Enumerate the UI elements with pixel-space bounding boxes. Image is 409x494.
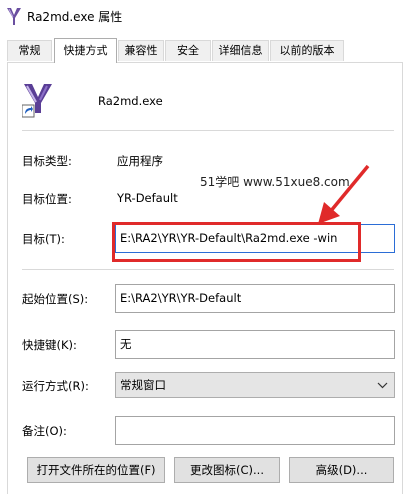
tab-general[interactable]: 常规 bbox=[7, 40, 52, 61]
chevron-down-icon bbox=[377, 382, 388, 389]
comment-label: 备注(O): bbox=[22, 424, 67, 438]
ra2-file-icon bbox=[22, 84, 52, 118]
run-select-value: 常规窗口 bbox=[120, 378, 166, 392]
tab-compatibility[interactable]: 兼容性 bbox=[118, 40, 164, 61]
window-title: Ra2md.exe 属性 bbox=[27, 10, 123, 24]
shortcut-key-label: 快捷键(K): bbox=[22, 338, 77, 352]
start-in-label: 起始位置(S): bbox=[22, 292, 89, 306]
open-file-location-button[interactable]: 打开文件所在的位置(F) bbox=[27, 457, 165, 483]
comment-input[interactable] bbox=[115, 416, 395, 445]
tab-details[interactable]: 详细信息 bbox=[212, 40, 269, 61]
start-in-input[interactable]: E:\RA2\YR\YR-Default bbox=[115, 284, 395, 313]
advanced-button[interactable]: 高级(D)... bbox=[289, 457, 394, 483]
target-location-label: 目标位置: bbox=[22, 192, 72, 206]
divider bbox=[22, 130, 394, 131]
change-icon-button[interactable]: 更改图标(C)... bbox=[174, 457, 280, 483]
tab-previous-versions[interactable]: 以前的版本 bbox=[270, 40, 344, 61]
target-type-label: 目标类型: bbox=[22, 154, 72, 168]
title-bar: Ra2md.exe 属性 bbox=[0, 0, 409, 32]
target-location-value: YR-Default bbox=[117, 191, 178, 205]
target-label: 目标(T): bbox=[22, 232, 65, 246]
tab-strip: 常规 快捷方式 兼容性 安全 详细信息 以前的版本 bbox=[0, 38, 409, 63]
divider bbox=[22, 269, 394, 270]
tab-security[interactable]: 安全 bbox=[165, 40, 211, 61]
arrow-annotation-icon bbox=[318, 164, 370, 224]
ra2-app-icon bbox=[7, 8, 21, 25]
run-select[interactable]: 常规窗口 bbox=[115, 372, 395, 398]
file-name: Ra2md.exe bbox=[98, 94, 163, 108]
shortcut-key-input[interactable]: 无 bbox=[115, 330, 395, 359]
target-type-value: 应用程序 bbox=[117, 154, 163, 168]
run-label: 运行方式(R): bbox=[22, 379, 89, 393]
shortcut-arrow-icon bbox=[22, 104, 35, 118]
tab-shortcut[interactable]: 快捷方式 bbox=[54, 38, 117, 63]
